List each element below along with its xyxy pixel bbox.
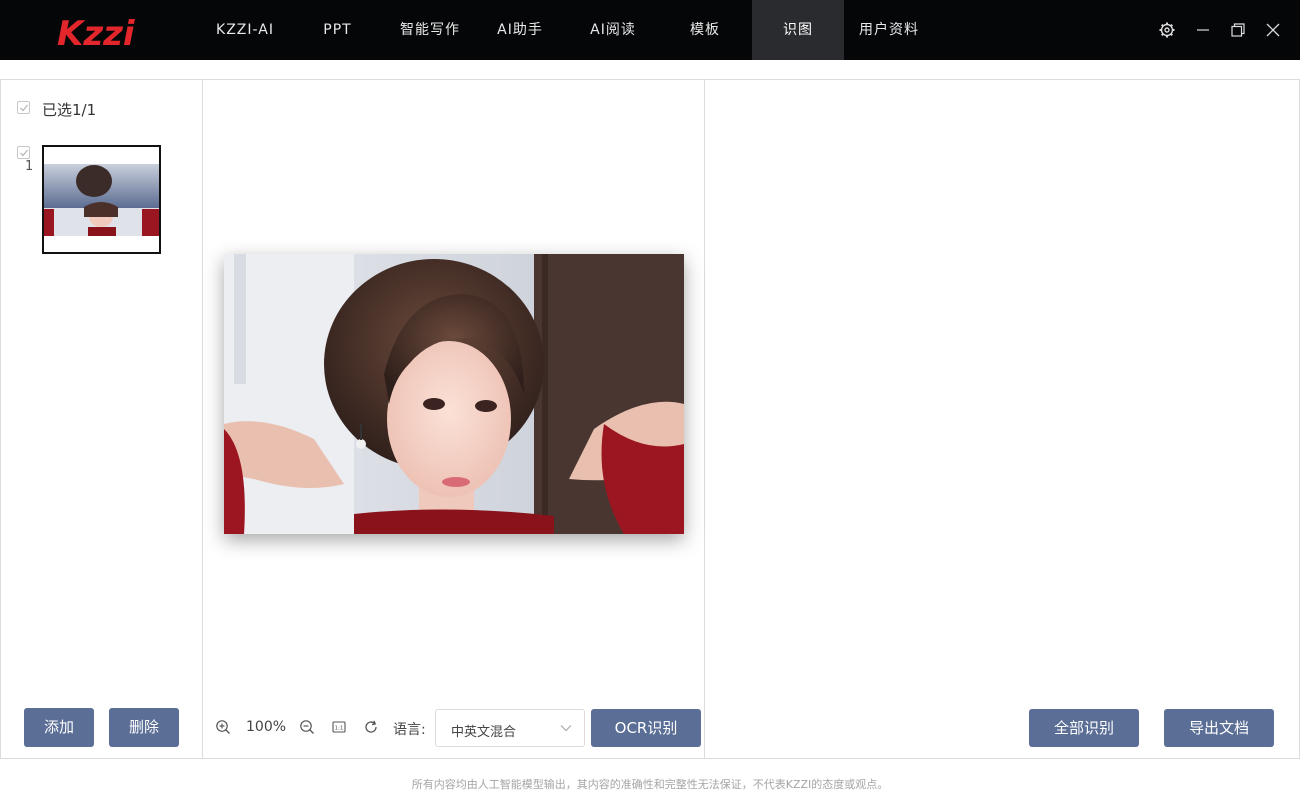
footer-divider: [0, 758, 1300, 759]
nav-kzzi-ai[interactable]: KZZI-AI: [200, 0, 290, 60]
nav-image-recognition[interactable]: 识图: [752, 0, 844, 60]
nav-ai-reading[interactable]: AI阅读: [568, 0, 658, 60]
delete-button[interactable]: 删除: [109, 708, 179, 747]
recognition-result-panel: [705, 80, 1300, 758]
ocr-button[interactable]: OCR识别: [591, 709, 701, 747]
selected-count-label: 已选1/1: [42, 101, 97, 119]
chevron-down-icon: [560, 725, 572, 732]
zoom-out-icon[interactable]: [299, 719, 315, 735]
nav-templates[interactable]: 模板: [660, 0, 750, 60]
check-icon: [20, 104, 29, 112]
restore-icon[interactable]: [1228, 20, 1248, 40]
export-document-button[interactable]: 导出文档: [1164, 709, 1274, 747]
preview-photo: [224, 254, 684, 534]
nav-ai-assistant[interactable]: AI助手: [475, 0, 565, 60]
close-icon[interactable]: [1263, 20, 1283, 40]
rotate-icon[interactable]: [363, 719, 379, 735]
language-select[interactable]: 中英文混合: [435, 709, 585, 747]
footer-disclaimer: 所有内容均由人工智能模型输出，其内容的准确性和完整性无法保证，不代表KZZI的态…: [411, 778, 889, 791]
top-nav-bar: Kzzi KZZI-AI PPT 智能写作 AI助手 AI阅读 模板 识图 用户…: [0, 0, 1300, 60]
nav-smart-writing[interactable]: 智能写作: [385, 0, 475, 60]
language-select-value: 中英文混合: [451, 725, 517, 740]
zoom-level: 100%: [246, 719, 287, 735]
settings-icon[interactable]: [1157, 20, 1177, 40]
thumbnail-index: 1: [25, 159, 34, 174]
nav-user-profile[interactable]: 用户资料: [848, 0, 930, 60]
language-label: 语言:: [393, 722, 426, 738]
recognize-all-button[interactable]: 全部识别: [1029, 709, 1139, 747]
minimize-icon[interactable]: [1193, 20, 1213, 40]
check-icon: [20, 149, 29, 157]
zoom-in-icon[interactable]: [215, 719, 231, 735]
thumbnail-checkbox[interactable]: [17, 146, 30, 159]
nav-ppt[interactable]: PPT: [300, 0, 375, 60]
thumbnail-image[interactable]: [42, 145, 161, 254]
thumbnail-panel: 已选1/1 1 添加 删除: [0, 80, 203, 758]
select-all-checkbox[interactable]: [17, 101, 30, 114]
svg-text:Kzzi: Kzzi: [57, 14, 136, 52]
kzzi-logo[interactable]: Kzzi: [57, 12, 147, 52]
add-button[interactable]: 添加: [24, 708, 94, 747]
svg-text:1:1: 1:1: [335, 726, 344, 732]
fit-icon[interactable]: 1:1: [331, 719, 347, 735]
header-divider: [0, 60, 1300, 80]
